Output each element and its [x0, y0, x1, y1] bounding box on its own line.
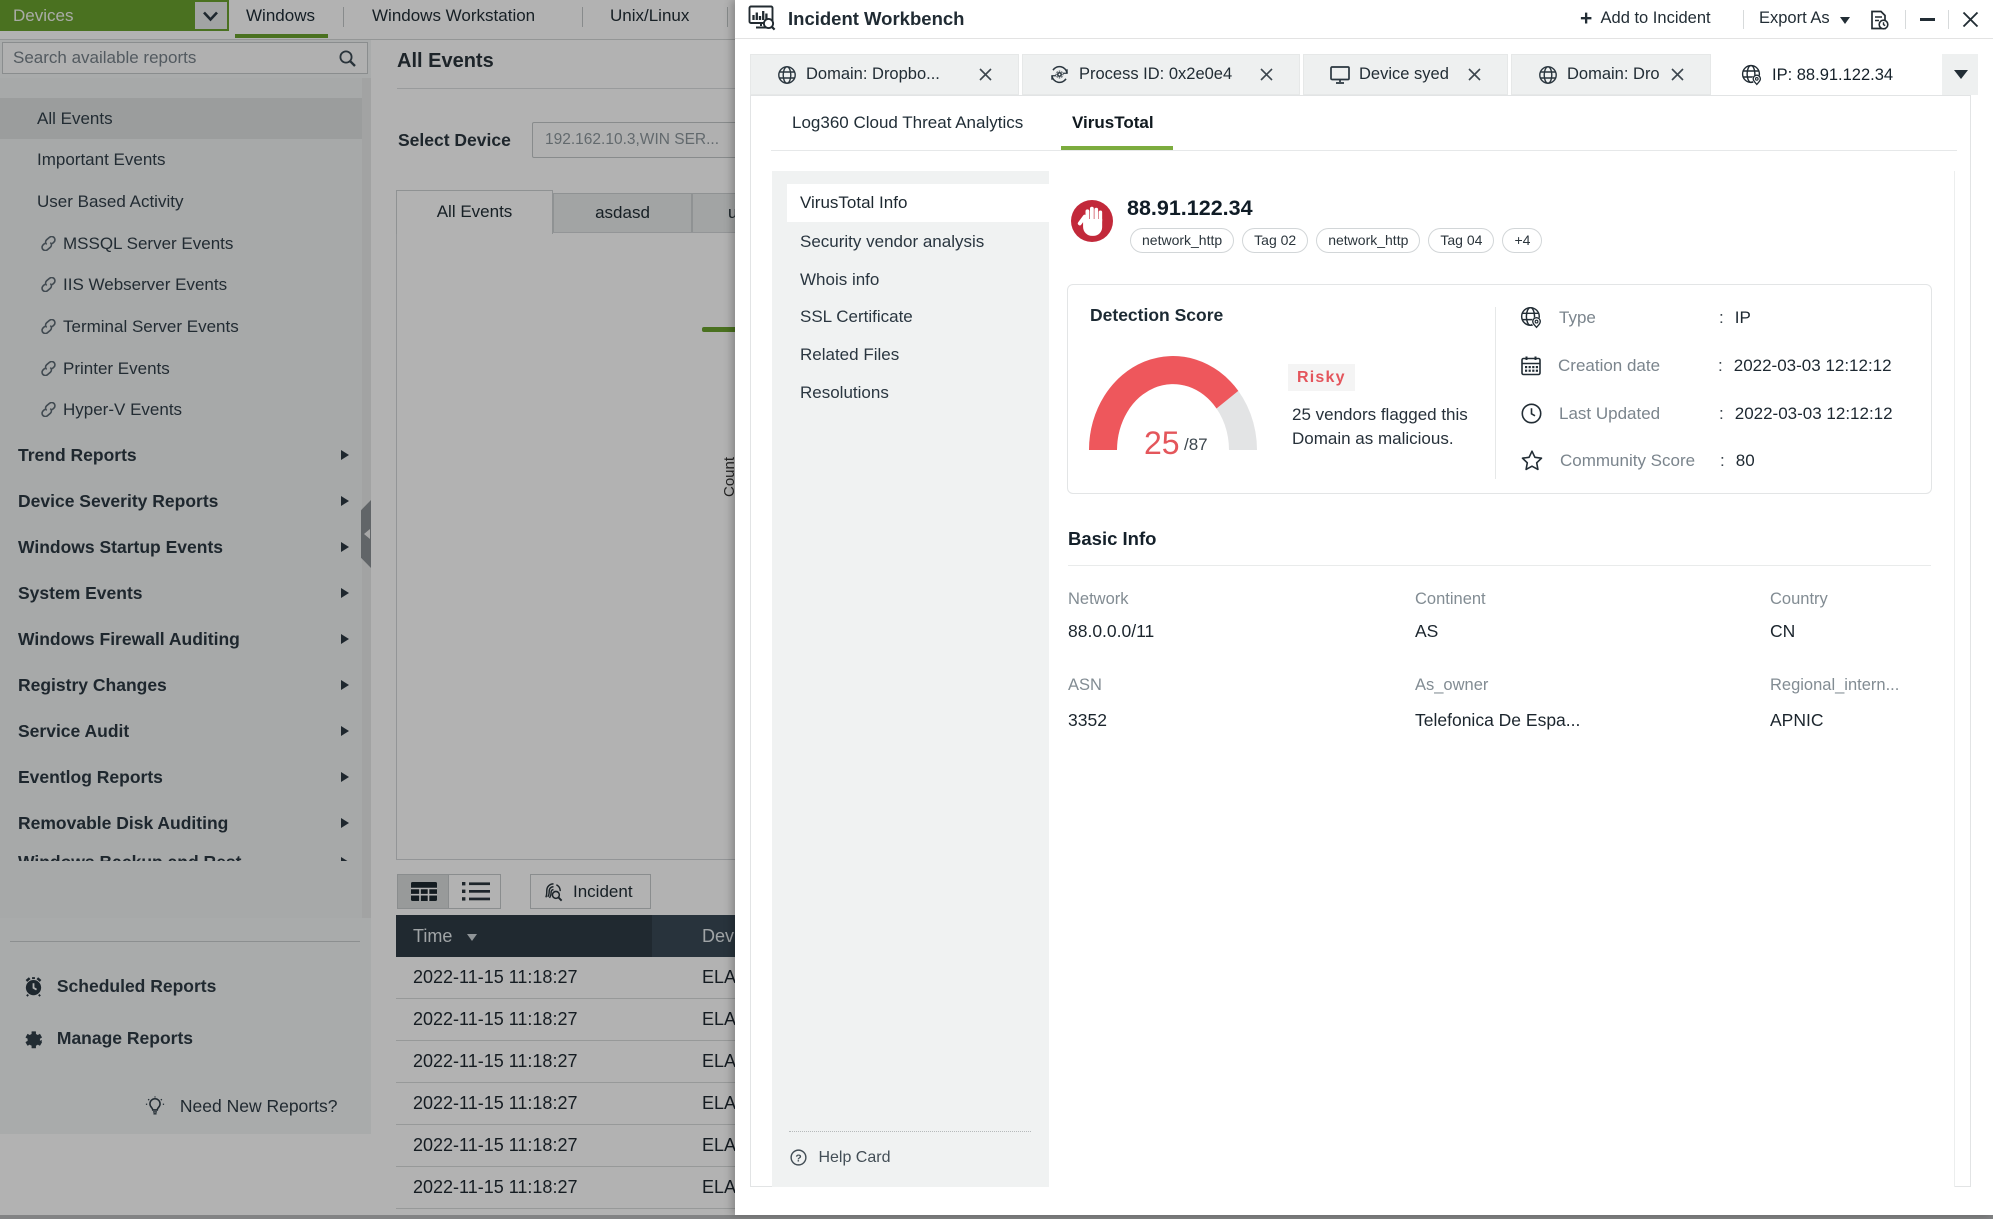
svg-text:?: ? — [795, 1153, 801, 1164]
